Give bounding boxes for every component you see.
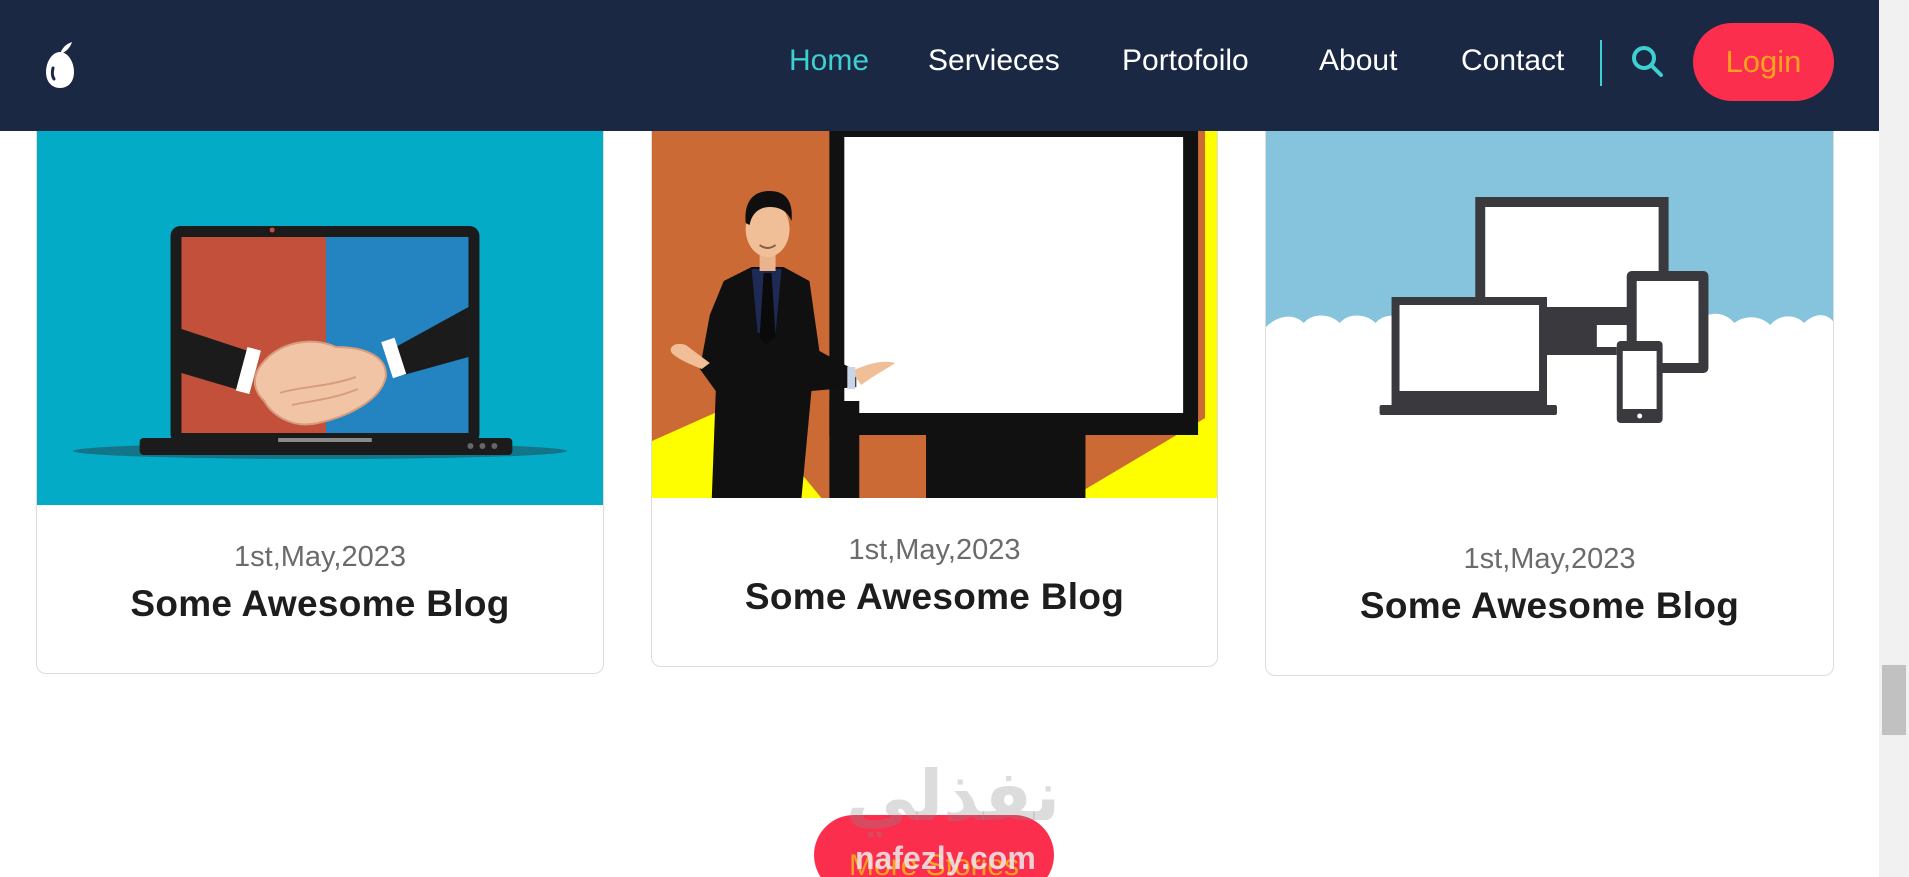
login-button[interactable]: Login [1693, 23, 1834, 101]
laptop-handshake-illustration [37, 101, 603, 505]
blog-card[interactable]: 1st,May,2023 Some Awesome Blog [36, 100, 604, 674]
nav-link-portfolio[interactable]: Portofoilo [1122, 42, 1249, 80]
presenter-whiteboard-illustration [652, 101, 1217, 498]
card-title[interactable]: Some Awesome Blog [1266, 585, 1833, 627]
card-date: 1st,May,2023 [1463, 543, 1636, 575]
scrollbar-thumb[interactable] [1882, 665, 1906, 735]
search-icon[interactable] [1630, 44, 1664, 78]
nav-link-home[interactable]: Home [789, 42, 869, 80]
navbar: Home Servieces Portofoilo About Contact … [0, 0, 1879, 131]
scrollbar-track[interactable] [1879, 0, 1909, 877]
nav-link-services[interactable]: Servieces [928, 42, 1060, 80]
nav-link-about[interactable]: About [1319, 42, 1397, 80]
watermark-text: نفذلي [846, 755, 1061, 837]
nav-divider [1600, 40, 1602, 86]
devices-cloud-illustration [1266, 101, 1833, 501]
watermark-url: nafezly.com [855, 840, 1036, 876]
card-date: 1st,May,2023 [848, 534, 1021, 566]
nav-link-contact[interactable]: Contact [1461, 42, 1564, 80]
card-date: 1st,May,2023 [234, 541, 406, 573]
blog-card[interactable]: 1st,May,2023 Some Awesome Blog [651, 100, 1218, 667]
blog-card[interactable]: 1st,May,2023 Some Awesome Blog [1265, 100, 1834, 676]
pear-logo-icon[interactable] [40, 40, 80, 90]
card-title[interactable]: Some Awesome Blog [652, 576, 1217, 618]
card-title[interactable]: Some Awesome Blog [37, 583, 603, 625]
